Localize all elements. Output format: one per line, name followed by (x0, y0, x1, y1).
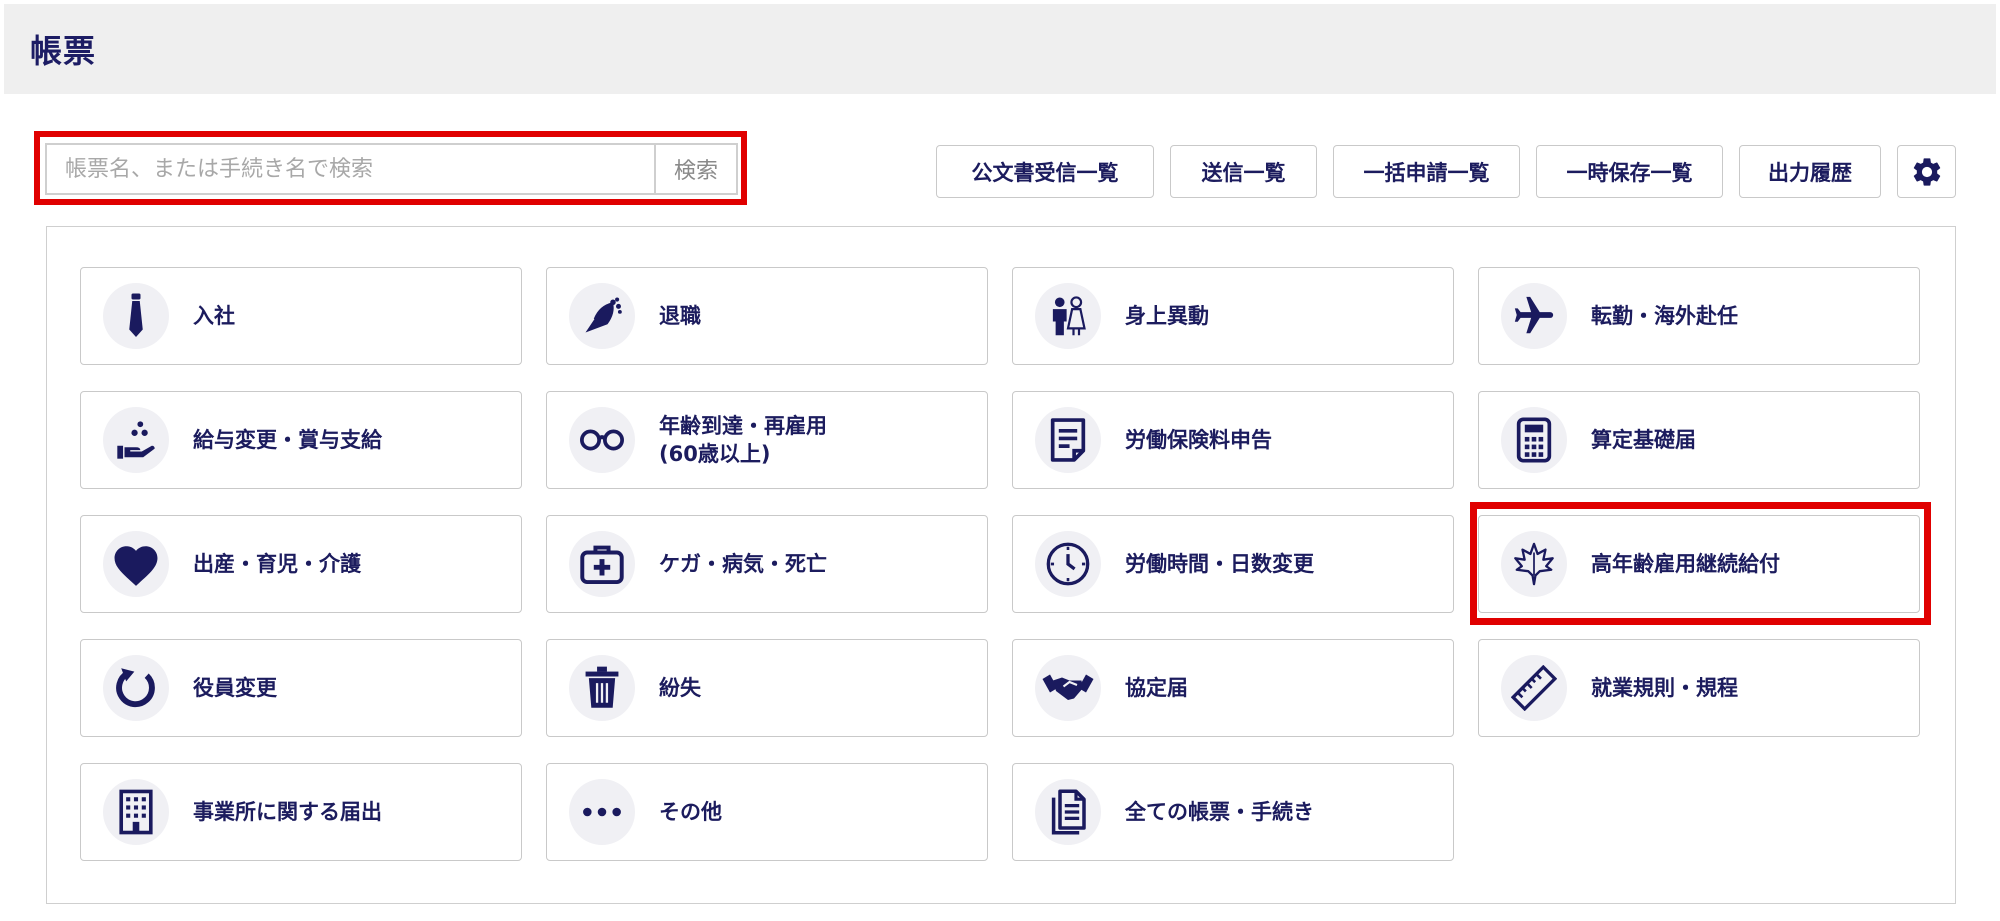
tile-kyotei-todoke[interactable]: 協定届 (1012, 639, 1454, 737)
tile-rodo-jikan[interactable]: 労働時間・日数変更 (1012, 515, 1454, 613)
document-icon-circle (1035, 407, 1101, 473)
necktie-icon (129, 293, 143, 337)
tile-label: 事業所に関する届出 (193, 800, 382, 824)
maple-leaf-icon-circle (1501, 531, 1567, 597)
tile-label: 身上異動 (1125, 304, 1209, 328)
ruler-icon (1511, 665, 1557, 711)
maple-leaf-icon (1514, 542, 1554, 586)
page-header: 帳票 (4, 4, 1996, 94)
calculator-icon-circle (1501, 407, 1567, 473)
tile-jigyosho-todokede[interactable]: 事業所に関する届出 (80, 763, 522, 861)
tile-shussan-ikuji[interactable]: 出産・育児・介護 (80, 515, 522, 613)
couple-icon-circle (1035, 283, 1101, 349)
tile-label: 全ての帳票・手続き (1125, 800, 1314, 824)
documents-icon (1051, 789, 1086, 835)
tile-subete-no-chohyo[interactable]: 全ての帳票・手続き (1012, 763, 1454, 861)
search-input[interactable] (47, 145, 654, 193)
tile-label: 役員変更 (193, 676, 277, 700)
tile-nyusha[interactable]: 入社 (80, 267, 522, 365)
document-icon (1050, 418, 1086, 462)
output-history-button[interactable]: 出力履歴 (1739, 145, 1881, 198)
tile-label: 協定届 (1125, 676, 1188, 700)
airplane-icon (1514, 296, 1554, 334)
sent-list-button[interactable]: 送信一覧 (1170, 145, 1317, 198)
tile-tenkin[interactable]: 転勤・海外赴任 (1478, 267, 1920, 365)
tile-santei-kiso[interactable]: 算定基礎届 (1478, 391, 1920, 489)
tile-rodo-hokenryo[interactable]: 労働保険料申告 (1012, 391, 1454, 489)
hand-coins-icon-circle (103, 407, 169, 473)
tile-kega-byoki[interactable]: ケガ・病気・死亡 (546, 515, 988, 613)
tile-label: 出産・育児・介護 (193, 552, 361, 576)
necktie-icon-circle (103, 283, 169, 349)
tile-funshitsu[interactable]: 紛失 (546, 639, 988, 737)
more-dots-icon (583, 807, 621, 817)
bouquet-icon-circle (569, 283, 635, 349)
ruler-icon-circle (1501, 655, 1567, 721)
tile-taishoku[interactable]: 退職 (546, 267, 988, 365)
tile-yakuin-henko[interactable]: 役員変更 (80, 639, 522, 737)
tile-label: 労働保険料申告 (1125, 428, 1272, 452)
clock-icon (1046, 542, 1090, 586)
building-icon (119, 789, 153, 835)
first-aid-kit-icon-circle (569, 531, 635, 597)
tile-label: 入社 (193, 304, 235, 328)
heart-icon-circle (103, 531, 169, 597)
first-aid-kit-icon (580, 545, 624, 585)
tile-label: 給与変更・賞与支給 (193, 428, 382, 452)
glasses-icon-circle (569, 407, 635, 473)
tile-label: 高年齢雇用継続給付 (1591, 552, 1780, 576)
trash-icon (585, 666, 619, 708)
page-title: 帳票 (30, 32, 97, 70)
search-bar: 検索 (45, 143, 738, 195)
bulk-application-list-button[interactable]: 一括申請一覧 (1333, 145, 1520, 198)
temp-saved-list-button[interactable]: 一時保存一覧 (1536, 145, 1723, 198)
refresh-icon (116, 668, 155, 708)
building-icon-circle (103, 779, 169, 845)
refresh-icon-circle (103, 655, 169, 721)
trash-icon-circle (569, 655, 635, 721)
airplane-icon-circle (1501, 283, 1567, 349)
handshake-icon (1042, 674, 1094, 700)
documents-icon-circle (1035, 779, 1101, 845)
tile-label: 転勤・海外赴任 (1591, 304, 1738, 328)
tile-label: 労働時間・日数変更 (1125, 552, 1314, 576)
tile-label: ケガ・病気・死亡 (659, 552, 827, 576)
calculator-icon (1516, 417, 1552, 463)
clock-icon-circle (1035, 531, 1101, 597)
handshake-icon-circle (1035, 655, 1101, 721)
tile-shinjo-ido[interactable]: 身上異動 (1012, 267, 1454, 365)
tile-sonota[interactable]: その他 (546, 763, 988, 861)
tile-label: 退職 (659, 304, 701, 328)
tile-konenrei-koyo[interactable]: 高年齢雇用継続給付 (1478, 515, 1920, 613)
couple-icon (1052, 296, 1086, 336)
tile-kyuyo-henko[interactable]: 給与変更・賞与支給 (80, 391, 522, 489)
more-dots-icon-circle (569, 779, 635, 845)
hand-coins-icon (117, 421, 155, 459)
received-documents-button[interactable]: 公文書受信一覧 (936, 145, 1154, 198)
tile-label: 紛失 (659, 676, 701, 700)
tile-shugyo-kisoku[interactable]: 就業規則・規程 (1478, 639, 1920, 737)
tile-nenrei-totatsu[interactable]: 年齢到達・再雇用 (60歳以上) (546, 391, 988, 489)
search-button[interactable]: 検索 (654, 145, 736, 193)
tile-label: 年齢到達・再雇用 (60歳以上) (659, 414, 827, 466)
tile-label: その他 (659, 800, 722, 824)
gear-icon (1913, 157, 1940, 186)
tile-label: 就業規則・規程 (1591, 676, 1738, 700)
tile-label: 算定基礎届 (1591, 428, 1696, 452)
settings-button[interactable] (1897, 145, 1956, 198)
heart-icon (114, 546, 158, 586)
glasses-icon (580, 429, 624, 451)
bouquet-icon (585, 297, 622, 333)
